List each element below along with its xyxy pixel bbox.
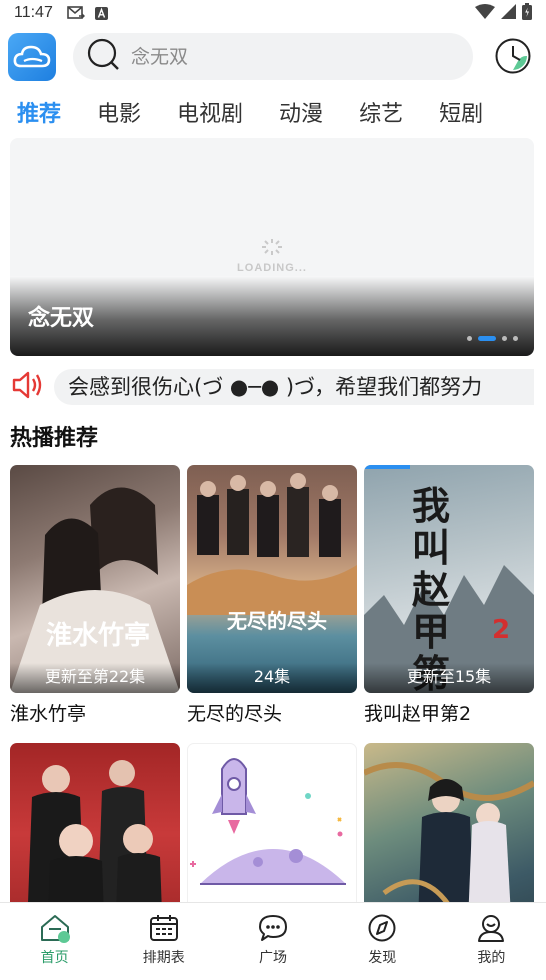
nav-label: 发现: [368, 950, 397, 966]
message-icon: [67, 6, 85, 20]
compass-icon: [368, 914, 396, 942]
video-card[interactable]: 淮水竹亭 更新至第22集 淮水竹亭: [10, 465, 180, 726]
episode-badge: 24集: [187, 663, 357, 693]
banner-dot-active[interactable]: [478, 336, 496, 341]
poster-art: [10, 487, 180, 693]
banner-dot[interactable]: [513, 336, 518, 341]
banner-title: 念无双: [28, 306, 95, 331]
banner-dot[interactable]: [502, 336, 507, 341]
tab-anime[interactable]: 动漫: [279, 96, 323, 128]
card-title[interactable]: 淮水竹亭: [10, 699, 180, 726]
calendar-icon: [149, 915, 178, 941]
episode-badge: 更新至第22集: [10, 663, 180, 693]
nav-discover[interactable]: 发现: [328, 903, 437, 980]
nav-schedule[interactable]: 排期表: [109, 903, 218, 980]
home-icon: [40, 915, 70, 943]
nav-label: 我的: [477, 950, 506, 966]
nav-label: 广场: [259, 950, 287, 966]
loading-spinner-icon: [258, 238, 286, 260]
notification-a-icon: [94, 6, 108, 20]
banner-dot[interactable]: [467, 336, 472, 341]
bottom-navigation: 首页 排期表 广场 发现 我的: [0, 902, 546, 980]
search-bar[interactable]: [73, 33, 473, 80]
tab-short-drama[interactable]: 短剧: [439, 96, 483, 128]
card-title[interactable]: 无尽的尽头: [187, 699, 357, 726]
video-card[interactable]: 无尽的尽头 24集 无尽的尽头: [187, 465, 357, 726]
top-bar: [0, 30, 546, 86]
poster-title-art: 淮水竹亭: [46, 621, 151, 651]
user-icon: [478, 915, 505, 942]
category-tabs: 推荐 电影 电视剧 动漫 综艺 短剧: [0, 92, 546, 132]
signal-icon: [501, 3, 516, 23]
tab-movies[interactable]: 电影: [97, 96, 141, 128]
notice-bar[interactable]: 会感到很伤心(づ ●─● )づ，希望我们都努力: [10, 368, 546, 406]
poster-art: [187, 473, 357, 615]
status-bar: 11:47: [0, 0, 546, 26]
poster-image[interactable]: 淮水竹亭 更新至第22集: [10, 465, 180, 693]
banner-carousel[interactable]: LOADING... 念无双: [10, 138, 534, 356]
poster-image[interactable]: 我叫赵甲第 2 更新至15集: [364, 465, 534, 693]
nav-mine[interactable]: 我的: [437, 903, 546, 980]
nav-square[interactable]: 广场: [218, 903, 327, 980]
nav-home[interactable]: 首页: [0, 903, 109, 980]
app-logo-icon[interactable]: [8, 33, 56, 81]
card-title[interactable]: 我叫赵甲第2: [364, 699, 534, 726]
nav-label: 首页: [40, 950, 69, 966]
speaker-icon: [10, 370, 44, 404]
tab-recommend[interactable]: 推荐: [17, 96, 61, 128]
search-icon: [87, 38, 121, 76]
poster-image[interactable]: 无尽的尽头 24集: [187, 465, 357, 693]
poster-title-art: 我叫赵甲第: [412, 483, 451, 694]
banner-loading-text: LOADING...: [237, 262, 307, 274]
status-time: 11:47: [14, 4, 53, 21]
poster-season-number: 2: [492, 615, 511, 645]
search-input[interactable]: [131, 45, 451, 68]
clock-icon: [495, 38, 531, 74]
tab-tv-series[interactable]: 电视剧: [177, 96, 243, 128]
episode-badge: 更新至15集: [364, 663, 534, 693]
section-title-hot: 热播推荐: [10, 426, 99, 451]
battery-icon: [522, 2, 532, 24]
wifi-icon: [475, 3, 495, 23]
nav-label: 排期表: [142, 950, 185, 966]
video-card[interactable]: 我叫赵甲第 2 更新至15集 我叫赵甲第2: [364, 465, 534, 726]
history-button[interactable]: [494, 37, 532, 75]
poster-title-art: 无尽的尽头: [227, 609, 327, 633]
chat-bubble-icon: [259, 915, 287, 941]
banner-pagination: [467, 336, 518, 341]
notice-text: 会感到很伤心(づ ●─● )づ，希望我们都努力: [54, 369, 534, 405]
tab-variety[interactable]: 综艺: [359, 96, 403, 128]
